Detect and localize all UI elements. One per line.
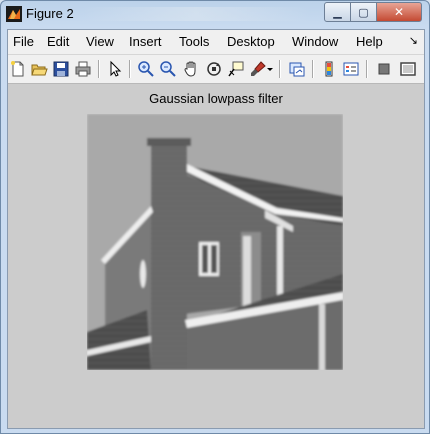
filtered-house-image[interactable] [87, 114, 343, 370]
figure-toolbar [8, 55, 424, 84]
data-cursor-icon[interactable] [226, 59, 246, 79]
menu-help[interactable]: Help [356, 34, 383, 49]
minimize-icon: ▁ [333, 5, 342, 19]
dock-arrow-icon[interactable]: ↘ [409, 34, 418, 47]
maximize-icon: ▢ [358, 5, 369, 19]
menu-bar: File Edit View Insert Tools Desktop Wind… [8, 30, 424, 55]
print-figure-icon[interactable] [73, 59, 93, 79]
title-bar[interactable]: Figure 2 ▁ ▢ ✕ [1, 1, 429, 27]
figure-window: Figure 2 ▁ ▢ ✕ File Edit View Insert Too… [0, 0, 430, 434]
menu-file[interactable]: File [13, 34, 34, 49]
maximize-button[interactable]: ▢ [350, 2, 377, 22]
menu-insert[interactable]: Insert [129, 34, 162, 49]
plot-title: Gaussian lowpass filter [149, 91, 283, 106]
insert-legend-icon[interactable] [341, 59, 361, 79]
title-bar-background [81, 7, 311, 21]
figure-client-area: File Edit View Insert Tools Desktop Wind… [7, 29, 425, 429]
menu-window[interactable]: Window [292, 34, 338, 49]
zoom-in-icon[interactable] [136, 59, 156, 79]
toolbar-separator [279, 60, 281, 78]
menu-edit[interactable]: Edit [47, 34, 69, 49]
close-icon: ✕ [393, 5, 405, 19]
window-title: Figure 2 [26, 6, 74, 21]
toolbar-separator [98, 60, 100, 78]
new-figure-icon[interactable] [8, 59, 28, 79]
brush-dropdown-icon[interactable] [265, 59, 275, 79]
figure-canvas[interactable]: Gaussian lowpass filter [8, 84, 424, 428]
toolbar-separator [312, 60, 314, 78]
menu-desktop[interactable]: Desktop [227, 34, 275, 49]
open-file-icon[interactable] [29, 59, 49, 79]
minimize-button[interactable]: ▁ [324, 2, 351, 22]
save-figure-icon[interactable] [51, 59, 71, 79]
link-plot-icon[interactable] [287, 59, 307, 79]
menu-tools[interactable]: Tools [179, 34, 209, 49]
menu-view[interactable]: View [86, 34, 114, 49]
matlab-figure-icon [6, 6, 22, 22]
show-plot-tools-icon[interactable] [398, 59, 418, 79]
toolbar-separator [366, 60, 368, 78]
toolbar-separator [129, 60, 131, 78]
house-image-drawing [87, 114, 343, 370]
zoom-out-icon[interactable] [158, 59, 178, 79]
rotate-3d-icon[interactable] [204, 59, 224, 79]
close-button[interactable]: ✕ [376, 2, 422, 22]
pan-hand-icon[interactable] [181, 59, 201, 79]
insert-colorbar-icon[interactable] [319, 59, 339, 79]
edit-plot-arrow-icon[interactable] [105, 59, 125, 79]
hide-plot-tools-icon[interactable] [374, 59, 394, 79]
